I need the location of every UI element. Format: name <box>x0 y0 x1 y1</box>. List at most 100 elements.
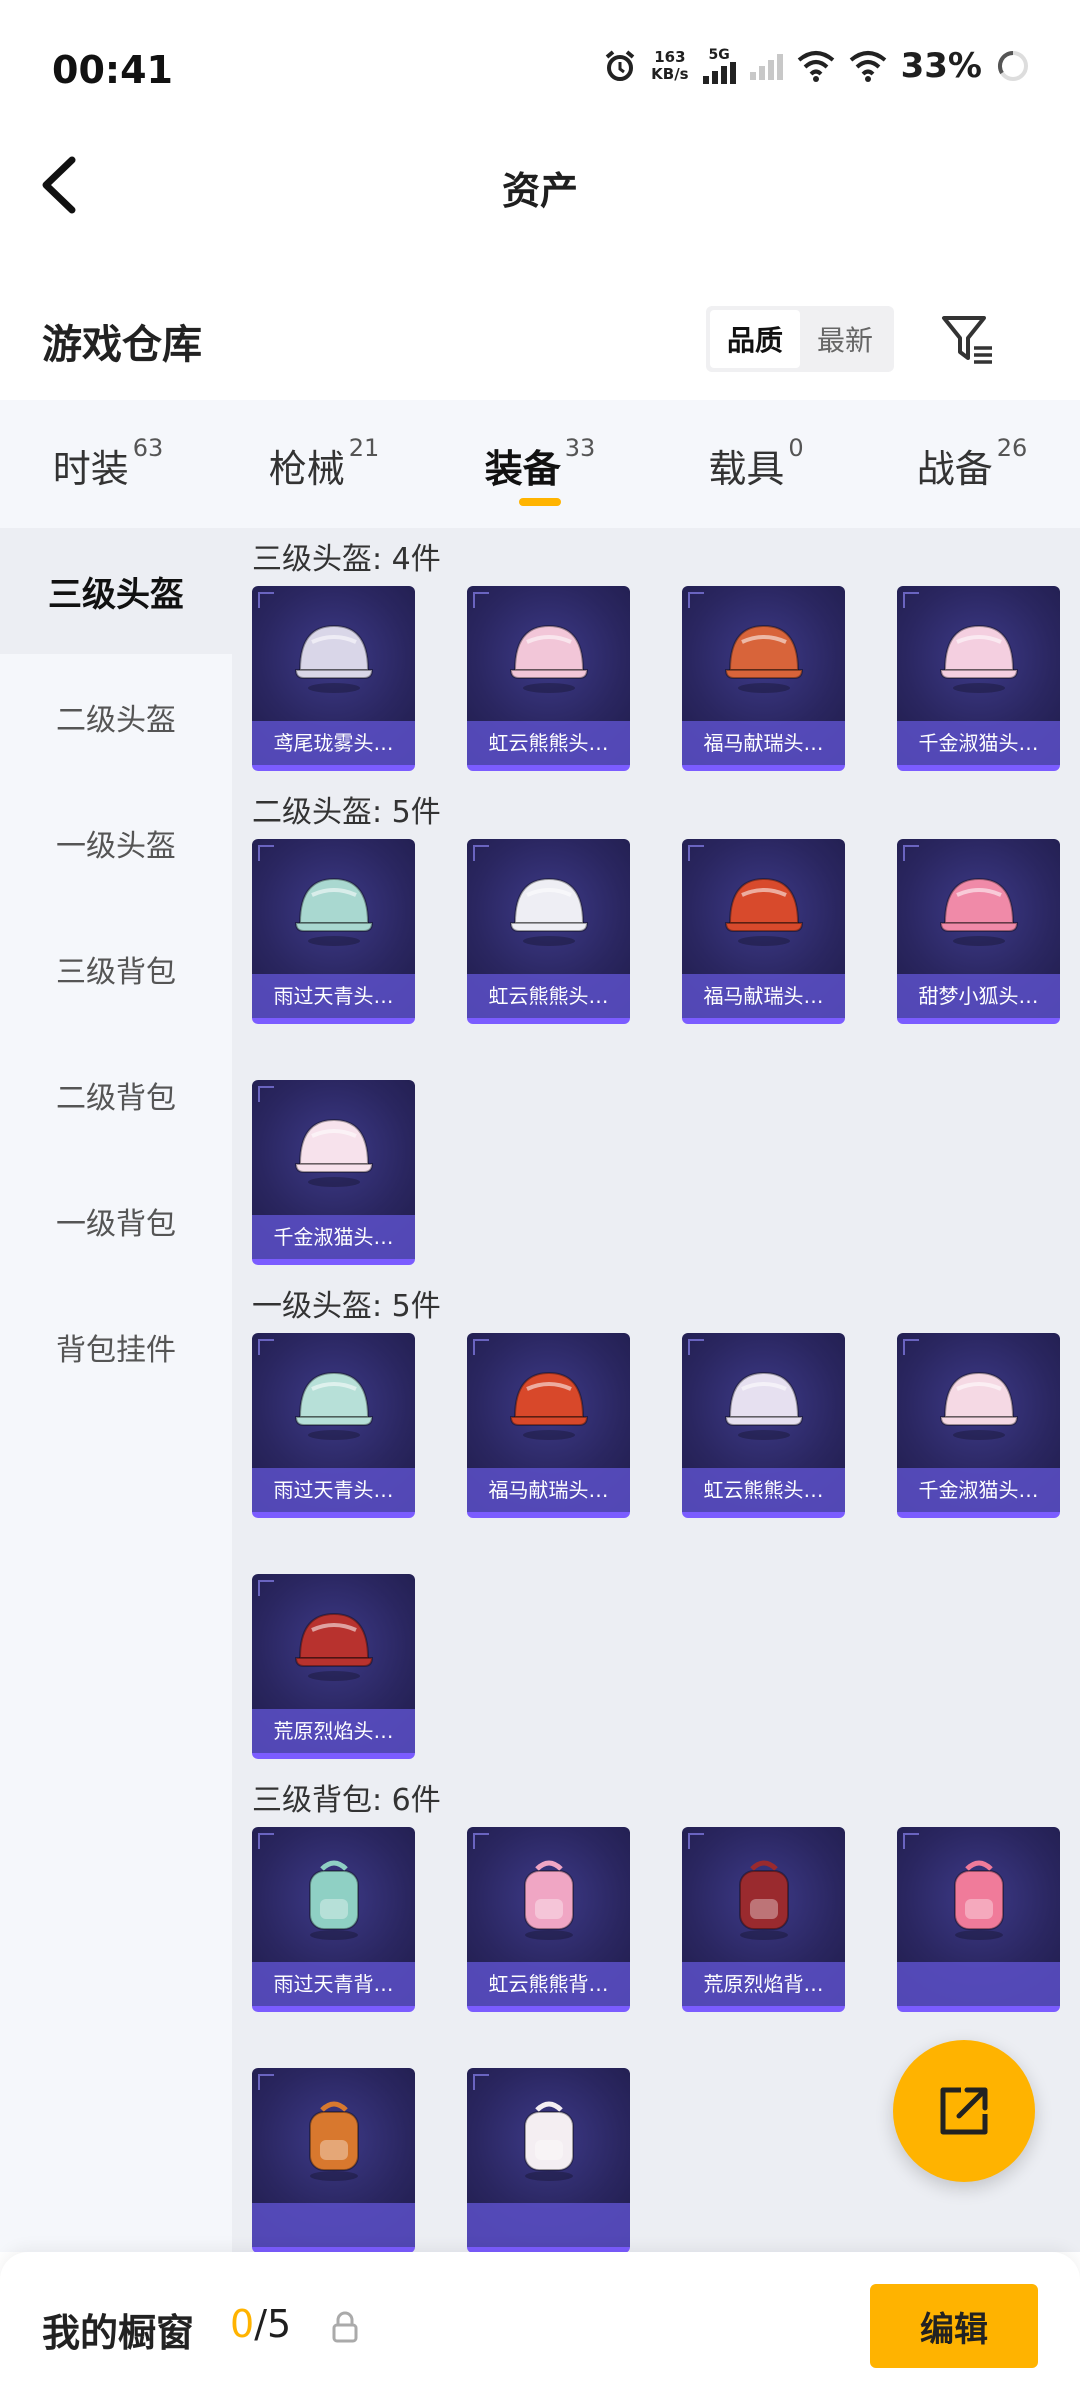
item-card[interactable]: 千金淑猫头… <box>897 586 1060 771</box>
item-card[interactable]: 千金淑猫头… <box>252 1080 415 1265</box>
item-card[interactable]: 荒原烈焰背… <box>682 1827 845 2012</box>
sort-toggle: 品质 最新 <box>706 306 894 372</box>
sidebar-item-level1-backpack[interactable]: 一级背包 <box>0 1158 232 1284</box>
item-name <box>897 1962 1060 2006</box>
item-section: 三级头盔: 4件 鸢尾珑雾头… 虹云熊熊头… 福马献瑞头… 千金淑猫头… <box>232 528 1080 771</box>
item-grid-area: 三级头盔: 4件 鸢尾珑雾头… 虹云熊熊头… 福马献瑞头… 千金淑猫头… 二级头盔… <box>232 528 1080 2252</box>
helmet-icon <box>718 865 810 957</box>
item-name: 虹云熊熊头… <box>682 1468 845 1512</box>
network-type: 5G <box>708 47 730 63</box>
item-name: 福马献瑞头… <box>682 721 845 765</box>
tab-count: 26 <box>996 434 1028 462</box>
edit-button[interactable]: 编辑 <box>870 2284 1038 2368</box>
item-section: 二级头盔: 5件 雨过天青头… 虹云熊熊头… 福马献瑞头… 甜梦小狐头… 千金淑 <box>232 781 1080 1265</box>
tab-supplies[interactable]: 战备 26 <box>864 400 1080 528</box>
item-card[interactable]: 千金淑猫头… <box>897 1333 1060 1518</box>
tab-count: 63 <box>132 434 164 462</box>
card-corner-decoration <box>903 1339 919 1355</box>
item-name: 福马献瑞头… <box>682 974 845 1018</box>
item-card[interactable] <box>252 2068 415 2252</box>
card-corner-decoration <box>473 2074 489 2090</box>
item-card[interactable] <box>467 2068 630 2252</box>
card-corner-decoration <box>903 845 919 861</box>
item-name: 虹云熊熊头… <box>467 721 630 765</box>
item-card[interactable]: 荒原烈焰头… <box>252 1574 415 1759</box>
item-name: 福马献瑞头… <box>467 1468 630 1512</box>
item-card[interactable]: 福马献瑞头… <box>682 586 845 771</box>
helmet-icon <box>288 612 380 704</box>
card-corner-decoration <box>258 845 274 861</box>
tab-costume[interactable]: 时装 63 <box>0 400 216 528</box>
helmet-icon <box>718 1359 810 1451</box>
tab-label: 枪械 <box>268 447 345 491</box>
share-fab-button[interactable] <box>893 2040 1035 2182</box>
section-title: 三级背包: 6件 <box>252 1783 441 1818</box>
category-tabs: 时装 63 枪械 21 装备 33 载具 0 战备 26 <box>0 400 1080 528</box>
battery-level: 33% <box>900 46 982 86</box>
item-card[interactable]: 甜梦小狐头… <box>897 839 1060 1024</box>
item-name: 雨过天青头… <box>252 1468 415 1512</box>
helmet-icon <box>503 612 595 704</box>
card-corner-decoration <box>258 1833 274 1849</box>
card-corner-decoration <box>258 2074 274 2090</box>
item-card[interactable]: 虹云熊熊头… <box>467 586 630 771</box>
sidebar-item-level1-helmet[interactable]: 一级头盔 <box>0 780 232 906</box>
sidebar-item-backpack-charm[interactable]: 背包挂件 <box>0 1284 232 1410</box>
item-name <box>252 2203 415 2247</box>
tab-label: 载具 <box>708 447 785 491</box>
card-corner-decoration <box>688 1339 704 1355</box>
helmet-icon <box>718 612 810 704</box>
item-name: 千金淑猫头… <box>897 721 1060 765</box>
sidebar-item-level2-backpack[interactable]: 二级背包 <box>0 1032 232 1158</box>
helmet-icon <box>288 1106 380 1198</box>
item-card[interactable]: 雨过天青头… <box>252 839 415 1024</box>
item-card[interactable]: 虹云熊熊头… <box>682 1333 845 1518</box>
item-section: 一级头盔: 5件 雨过天青头… 福马献瑞头… 虹云熊熊头… 千金淑猫头… 荒原烈 <box>232 1275 1080 1759</box>
helmet-icon <box>288 865 380 957</box>
card-corner-decoration <box>903 1833 919 1849</box>
card-corner-decoration <box>688 592 704 608</box>
page-title: 资产 <box>501 169 578 213</box>
net-speed: 163 KB/s <box>651 49 688 83</box>
active-tab-indicator <box>519 498 561 506</box>
signal-5g: 5G <box>702 47 736 84</box>
tab-vehicles[interactable]: 载具 0 <box>648 400 864 528</box>
sort-quality-button[interactable]: 品质 <box>710 310 800 368</box>
sort-newest-button[interactable]: 最新 <box>800 310 890 368</box>
item-card[interactable]: 鸢尾珑雾头… <box>252 586 415 771</box>
card-corner-decoration <box>473 592 489 608</box>
tab-count: 33 <box>564 434 596 462</box>
tab-equipment[interactable]: 装备 33 <box>432 400 648 528</box>
filter-icon[interactable] <box>938 310 998 370</box>
item-card[interactable]: 福马献瑞头… <box>682 839 845 1024</box>
item-name: 雨过天青头… <box>252 974 415 1018</box>
helmet-icon <box>503 865 595 957</box>
helmet-icon <box>933 612 1025 704</box>
backpack-icon <box>503 1853 595 1945</box>
lock-icon <box>332 2311 358 2343</box>
card-corner-decoration <box>258 1339 274 1355</box>
helmet-icon <box>933 865 1025 957</box>
item-card[interactable]: 雨过天青头… <box>252 1333 415 1518</box>
item-card[interactable]: 雨过天青背… <box>252 1827 415 2012</box>
showcase-max: 5 <box>267 2302 292 2346</box>
item-name: 千金淑猫头… <box>897 1468 1060 1512</box>
backpack-icon <box>503 2094 595 2186</box>
tab-firearms[interactable]: 枪械 21 <box>216 400 432 528</box>
backpack-icon <box>933 1853 1025 1945</box>
section-title: 二级头盔: 5件 <box>252 795 441 830</box>
showcase-current: 0 <box>230 2302 255 2346</box>
sidebar-item-level3-backpack[interactable]: 三级背包 <box>0 906 232 1032</box>
sidebar-item-level2-helmet[interactable]: 二级头盔 <box>0 654 232 780</box>
helmet-icon <box>288 1600 380 1692</box>
item-card[interactable] <box>897 1827 1060 2012</box>
sidebar-item-level3-helmet[interactable]: 三级头盔 <box>0 528 232 654</box>
item-grid: 雨过天青头… 虹云熊熊头… 福马献瑞头… 甜梦小狐头… 千金淑猫头… <box>252 839 1080 1265</box>
item-grid: 雨过天青头… 福马献瑞头… 虹云熊熊头… 千金淑猫头… 荒原烈焰头… <box>252 1333 1080 1759</box>
item-card[interactable]: 福马献瑞头… <box>467 1333 630 1518</box>
item-card[interactable]: 虹云熊熊背… <box>467 1827 630 2012</box>
card-corner-decoration <box>473 845 489 861</box>
wifi-icon <box>797 51 834 82</box>
item-card[interactable]: 虹云熊熊头… <box>467 839 630 1024</box>
backpack-icon <box>718 1853 810 1945</box>
